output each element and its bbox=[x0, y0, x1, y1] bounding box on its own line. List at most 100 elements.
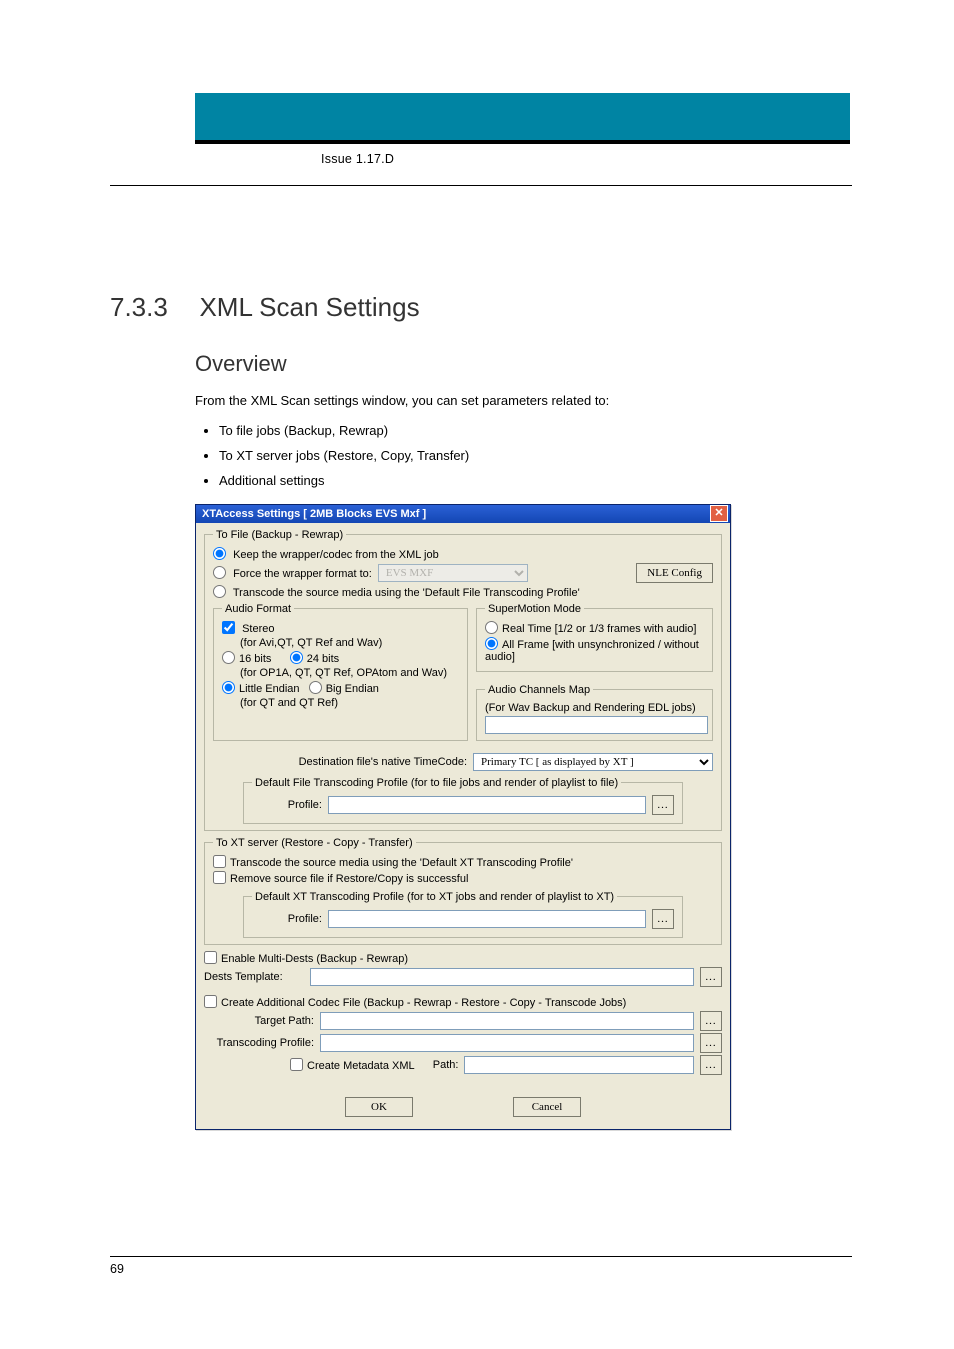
timecode-select[interactable]: Primary TC [ as displayed by XT ] bbox=[473, 753, 713, 771]
target-path-input[interactable] bbox=[320, 1012, 694, 1030]
stereo-note: (for Avi,QT, QT Ref and Wav) bbox=[240, 637, 459, 649]
transcode-xt-label: Transcode the source media using the 'De… bbox=[230, 857, 573, 869]
metadata-path-browse-button[interactable]: ... bbox=[700, 1055, 722, 1075]
file-profile-browse-button[interactable]: ... bbox=[652, 795, 674, 815]
sm-allframe-input[interactable] bbox=[485, 637, 498, 650]
transcode-xt-input[interactable] bbox=[213, 855, 226, 868]
timecode-label: Destination file's native TimeCode: bbox=[213, 756, 467, 768]
remove-source-check[interactable]: Remove source file if Restore/Copy is su… bbox=[213, 873, 468, 885]
dialog-title: XTAccess Settings [ 2MB Blocks EVS Mxf ] bbox=[202, 508, 710, 520]
nle-config-button[interactable]: NLE Config bbox=[636, 563, 713, 583]
supermotion-group: SuperMotion Mode Real Time [1/2 or 1/3 f… bbox=[476, 603, 713, 672]
keep-wrapper-label: Keep the wrapper/codec from the XML job bbox=[233, 549, 439, 561]
acm-legend: Audio Channels Map bbox=[485, 684, 593, 696]
issue-text: Issue 1.17.D bbox=[321, 152, 394, 166]
xtaccess-settings-dialog: XTAccess Settings [ 2MB Blocks EVS Mxf ]… bbox=[195, 504, 731, 1130]
little-endian-label: Little Endian bbox=[239, 683, 300, 695]
dests-template-input[interactable] bbox=[310, 968, 694, 986]
create-metadata-check[interactable]: Create Metadata XML bbox=[290, 1058, 415, 1072]
list-item: Additional settings bbox=[219, 468, 852, 493]
sm-realtime-label: Real Time [1/2 or 1/3 frames with audio] bbox=[502, 623, 696, 635]
transcode-file-input[interactable] bbox=[213, 585, 226, 598]
header-rule bbox=[110, 185, 852, 186]
sm-realtime-radio[interactable]: Real Time [1/2 or 1/3 frames with audio] bbox=[485, 623, 696, 635]
transcoding-profile-browse-button[interactable]: ... bbox=[700, 1033, 722, 1053]
close-icon: ✕ bbox=[714, 508, 723, 519]
audio-format-group: Audio Format Stereo (for Avi,QT, QT Ref … bbox=[213, 603, 468, 741]
audio-format-legend: Audio Format bbox=[222, 603, 294, 615]
stereo-input[interactable] bbox=[222, 621, 235, 634]
remove-source-label: Remove source file if Restore/Copy is su… bbox=[230, 873, 468, 885]
transcode-file-radio[interactable]: Transcode the source media using the 'De… bbox=[213, 587, 580, 599]
bits16-label: 16 bits bbox=[239, 653, 271, 665]
default-xt-profile-legend: Default XT Transcoding Profile (for to X… bbox=[252, 891, 617, 903]
intro-text: From the XML Scan settings window, you c… bbox=[195, 391, 852, 412]
add-codec-check[interactable]: Create Additional Codec File (Backup - R… bbox=[204, 997, 626, 1009]
ok-button[interactable]: OK bbox=[345, 1097, 413, 1117]
close-button[interactable]: ✕ bbox=[710, 505, 728, 522]
acm-note: (For Wav Backup and Rendering EDL jobs) bbox=[485, 702, 704, 714]
force-wrapper-input[interactable] bbox=[213, 566, 226, 579]
file-profile-label: Profile: bbox=[252, 799, 322, 811]
default-file-profile-group: Default File Transcoding Profile (for to… bbox=[243, 777, 683, 824]
big-endian-input[interactable] bbox=[309, 681, 322, 694]
to-file-legend: To File (Backup - Rewrap) bbox=[213, 529, 346, 541]
metadata-path-input[interactable] bbox=[464, 1056, 694, 1074]
sm-allframe-radio[interactable]: All Frame [with unsynchronized / without… bbox=[485, 639, 699, 663]
subheading: Overview bbox=[195, 351, 852, 377]
file-profile-input[interactable] bbox=[328, 796, 646, 814]
keep-wrapper-radio[interactable]: Keep the wrapper/codec from the XML job bbox=[213, 549, 439, 561]
to-xt-legend: To XT server (Restore - Copy - Transfer) bbox=[213, 837, 416, 849]
bits24-label: 24 bits bbox=[307, 653, 339, 665]
header-line: Issue 1.17.D bbox=[321, 152, 394, 166]
target-path-label: Target Path: bbox=[204, 1015, 314, 1027]
xt-profile-input[interactable] bbox=[328, 910, 646, 928]
bits16-input[interactable] bbox=[222, 651, 235, 664]
bits24-radio[interactable]: 24 bits bbox=[290, 653, 339, 665]
metadata-path-label: Path: bbox=[433, 1059, 459, 1071]
big-endian-radio[interactable]: Big Endian bbox=[309, 683, 379, 695]
dests-template-browse-button[interactable]: ... bbox=[700, 967, 722, 987]
little-endian-input[interactable] bbox=[222, 681, 235, 694]
list-item: To file jobs (Backup, Rewrap) bbox=[219, 418, 852, 443]
little-endian-radio[interactable]: Little Endian bbox=[222, 683, 300, 695]
create-metadata-label: Create Metadata XML bbox=[307, 1060, 415, 1072]
wrapper-format-select[interactable]: EVS MXF bbox=[378, 564, 528, 582]
audio-channels-map-group: Audio Channels Map (For Wav Backup and R… bbox=[476, 684, 713, 741]
supermotion-legend: SuperMotion Mode bbox=[485, 603, 584, 615]
transcode-xt-check[interactable]: Transcode the source media using the 'De… bbox=[213, 857, 573, 869]
to-file-group: To File (Backup - Rewrap) Keep the wrapp… bbox=[204, 529, 722, 831]
transcoding-profile-input[interactable] bbox=[320, 1034, 694, 1052]
remove-source-input[interactable] bbox=[213, 871, 226, 884]
multi-dests-label: Enable Multi-Dests (Backup - Rewrap) bbox=[221, 953, 408, 965]
intro-list: To file jobs (Backup, Rewrap) To XT serv… bbox=[195, 418, 852, 494]
multi-dests-check[interactable]: Enable Multi-Dests (Backup - Rewrap) bbox=[204, 953, 408, 965]
cancel-button[interactable]: Cancel bbox=[513, 1097, 581, 1117]
sm-allframe-label: All Frame [with unsynchronized / without… bbox=[485, 639, 699, 663]
section-number: 7.3.3 bbox=[110, 292, 195, 323]
section-title: XML Scan Settings bbox=[199, 292, 419, 323]
big-endian-label: Big Endian bbox=[326, 683, 379, 695]
add-codec-label: Create Additional Codec File (Backup - R… bbox=[221, 997, 626, 1009]
sm-realtime-input[interactable] bbox=[485, 621, 498, 634]
multi-dests-input[interactable] bbox=[204, 951, 217, 964]
bits16-radio[interactable]: 16 bits bbox=[222, 653, 271, 665]
acm-input[interactable] bbox=[485, 716, 708, 734]
keep-wrapper-input[interactable] bbox=[213, 547, 226, 560]
transcode-file-label: Transcode the source media using the 'De… bbox=[233, 587, 580, 599]
dests-template-label: Dests Template: bbox=[204, 971, 304, 983]
stereo-check[interactable]: Stereo bbox=[222, 623, 274, 635]
xt-profile-browse-button[interactable]: ... bbox=[652, 909, 674, 929]
header-banner bbox=[195, 93, 850, 144]
titlebar[interactable]: XTAccess Settings [ 2MB Blocks EVS Mxf ]… bbox=[196, 505, 730, 523]
create-metadata-input[interactable] bbox=[290, 1058, 303, 1071]
default-xt-profile-group: Default XT Transcoding Profile (for to X… bbox=[243, 891, 683, 938]
to-xt-group: To XT server (Restore - Copy - Transfer)… bbox=[204, 837, 722, 945]
bits24-input[interactable] bbox=[290, 651, 303, 664]
target-path-browse-button[interactable]: ... bbox=[700, 1011, 722, 1031]
default-file-profile-legend: Default File Transcoding Profile (for to… bbox=[252, 777, 621, 789]
xt-profile-label: Profile: bbox=[252, 913, 322, 925]
force-wrapper-radio[interactable]: Force the wrapper format to: bbox=[213, 566, 372, 580]
add-codec-input[interactable] bbox=[204, 995, 217, 1008]
footer-page: 69 bbox=[110, 1262, 124, 1276]
